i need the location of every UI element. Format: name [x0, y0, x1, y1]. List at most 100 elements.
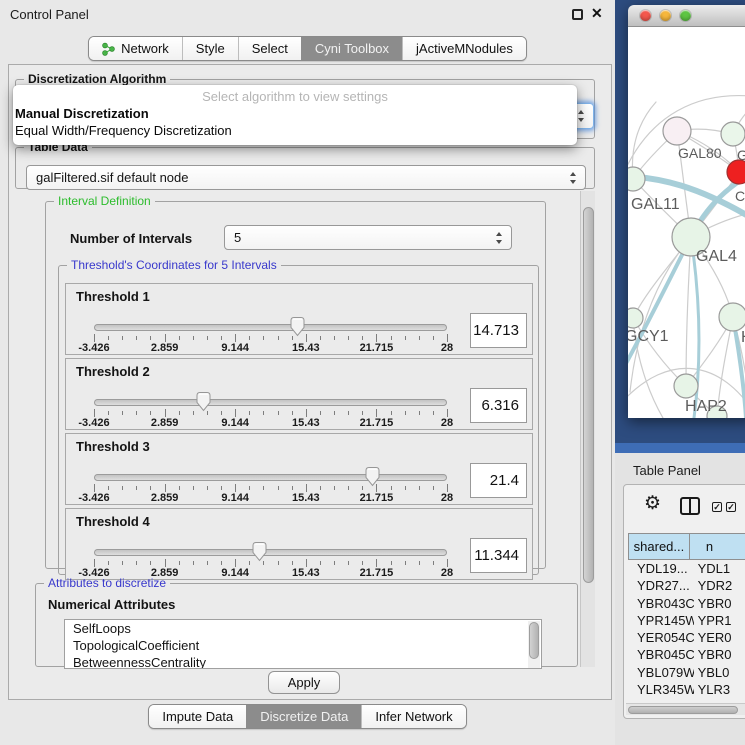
table-header-shared-name[interactable]: shared...: [629, 534, 690, 559]
discretization-algorithm-group-label: Discretization Algorithm: [24, 73, 170, 85]
table-cell[interactable]: YBR0: [694, 595, 745, 612]
table-cell[interactable]: YBL0: [694, 664, 745, 681]
table-row[interactable]: YIL052CYIL0: [628, 698, 745, 701]
control-panel-title: Control Panel: [10, 7, 89, 22]
network-canvas[interactable]: GAL80GCGAL11GAL4HGCY1HAP2: [628, 27, 745, 418]
table-cell[interactable]: YER054C: [628, 629, 694, 646]
panel-vertical-scrollbar-thumb[interactable]: [583, 207, 594, 583]
table-data-group: Table Data galFiltered.sif default node: [15, 141, 595, 189]
table-cell[interactable]: YDL19...: [628, 560, 694, 577]
table-data-combobox-value: galFiltered.sif default node: [36, 170, 188, 185]
table-horizontal-scrollbar[interactable]: [626, 703, 745, 715]
attribute-list-item[interactable]: SelfLoops: [65, 620, 541, 637]
threshold-panel: Threshold 2 -3.4262.8599.14415.4321.7152…: [65, 358, 533, 430]
network-node[interactable]: [727, 160, 745, 184]
attributes-list-scrollbar-thumb[interactable]: [529, 622, 539, 659]
float-window-icon[interactable]: [572, 9, 583, 20]
table-row[interactable]: YDL19...YDL1: [628, 560, 745, 577]
network-node[interactable]: [721, 122, 745, 146]
table-cell[interactable]: YBR043C: [628, 595, 694, 612]
minimize-traffic-light-icon[interactable]: [660, 10, 671, 21]
slider-tick-label: 28: [441, 417, 453, 429]
zoom-traffic-light-icon[interactable]: [680, 10, 691, 21]
thresholds-group-label: Threshold's Coordinates for 5 Intervals: [67, 259, 281, 271]
table-cell[interactable]: YDR27...: [628, 577, 694, 594]
network-node[interactable]: [674, 374, 698, 398]
splitter-highlight[interactable]: [615, 443, 745, 453]
panel-vertical-scrollbar[interactable]: [580, 191, 595, 667]
bottom-tab-row: Impute DataDiscretize Data Infer Network: [0, 704, 615, 729]
attribute-list-item[interactable]: BetweennessCentrality: [65, 654, 541, 669]
tab-label: Style: [196, 37, 225, 60]
table-cell[interactable]: YIL052C: [628, 698, 694, 701]
tab-infer-network[interactable]: Infer Network: [361, 705, 465, 728]
slider-track[interactable]: [94, 399, 447, 406]
tab-impute-data[interactable]: Impute Data: [149, 705, 246, 728]
tab-cyni-toolbox[interactable]: Cyni Toolbox: [301, 37, 402, 60]
table-row[interactable]: YBR045CYBR0: [628, 646, 745, 663]
attributes-list-scrollbar[interactable]: [528, 621, 540, 669]
algorithm-option-equal-width[interactable]: Equal Width/Frequency Discretization: [13, 122, 577, 139]
threshold-value-field[interactable]: 21.4: [470, 463, 527, 498]
split-columns-icon[interactable]: [680, 497, 700, 515]
table-row[interactable]: YER054CYER0: [628, 629, 745, 646]
table-cell[interactable]: YDL1: [694, 560, 745, 577]
table-cell[interactable]: YER0: [694, 629, 745, 646]
interval-definition-group-label: Interval Definition: [54, 195, 155, 207]
table-row[interactable]: YBR043CYBR0: [628, 595, 745, 612]
gear-icon[interactable]: ⚙︎: [644, 494, 661, 513]
slider-tick-labels: -3.4262.8599.14415.4321.71528: [94, 492, 447, 504]
algorithm-placeholder-option[interactable]: Select algorithm to view settings: [13, 88, 577, 105]
tab-jactivemnodules[interactable]: jActiveMNodules: [402, 37, 526, 60]
table-cell[interactable]: YBR045C: [628, 646, 694, 663]
network-edge[interactable]: [686, 237, 691, 386]
network-node-label: GAL11: [631, 197, 680, 213]
threshold-value-field[interactable]: 11.344: [470, 538, 527, 573]
table-header-name[interactable]: n: [690, 534, 745, 559]
threshold-value-field[interactable]: 6.316: [470, 388, 527, 423]
checkbox-icon[interactable]: ✓: [712, 502, 722, 512]
algorithm-option-manual[interactable]: Manual Discretization: [13, 105, 577, 122]
algorithm-dropdown-popup: Select algorithm to view settings Manual…: [13, 85, 577, 145]
close-icon[interactable]: ✕: [591, 5, 603, 22]
close-traffic-light-icon[interactable]: [640, 10, 651, 21]
table-cell[interactable]: YLR345W: [628, 681, 694, 698]
numerical-attributes-list[interactable]: SelfLoopsTopologicalCoefficientBetweenne…: [64, 619, 542, 669]
control-panel-tabs: Network Style SelectCyni ToolboxjActiveMNo…: [88, 36, 527, 61]
table-data-combobox[interactable]: galFiltered.sif default node: [26, 165, 586, 190]
table-horizontal-scrollbar-thumb[interactable]: [628, 706, 738, 714]
attribute-list-item[interactable]: TopologicalCoefficient: [65, 637, 541, 654]
table-row[interactable]: YBL079WYBL0: [628, 664, 745, 681]
stepper-arrows-icon: [578, 110, 585, 122]
slider-tick-label: 9.144: [221, 417, 249, 429]
table-cell[interactable]: YPR145W: [628, 612, 694, 629]
slider-track[interactable]: [94, 549, 447, 556]
apply-button[interactable]: Apply: [268, 671, 340, 694]
table-cell[interactable]: YPR1: [694, 612, 745, 629]
network-node-label: C: [735, 189, 745, 203]
table-cell[interactable]: YIL0: [694, 698, 745, 701]
table-row[interactable]: YLR345WYLR3: [628, 681, 745, 698]
network-node[interactable]: [628, 167, 645, 191]
table-row[interactable]: YPR145WYPR1: [628, 612, 745, 629]
table-cell[interactable]: YLR3: [694, 681, 745, 698]
table-row[interactable]: YDR27...YDR2: [628, 577, 745, 594]
slider-track[interactable]: [94, 324, 447, 331]
network-node[interactable]: [628, 308, 643, 328]
network-node[interactable]: [663, 117, 691, 145]
table-cell[interactable]: YBL079W: [628, 664, 694, 681]
tab-label: Infer Network: [375, 705, 452, 728]
network-node-label: H: [741, 330, 745, 346]
slider-track[interactable]: [94, 474, 447, 481]
table-cell[interactable]: YDR2: [694, 577, 745, 594]
table-cell[interactable]: YBR0: [694, 646, 745, 663]
table-panel-title: Table Panel: [633, 463, 701, 478]
tab-discretize-data[interactable]: Discretize Data: [246, 705, 361, 728]
checkbox-icon[interactable]: ✓: [726, 502, 736, 512]
tab-select[interactable]: Select: [238, 37, 301, 60]
network-node[interactable]: [719, 303, 745, 331]
tab-network[interactable]: Network: [89, 37, 182, 60]
threshold-value-field[interactable]: 14.713: [470, 313, 527, 348]
number-of-intervals-combobox[interactable]: 5: [224, 225, 512, 250]
tab-style[interactable]: Style: [182, 37, 238, 60]
